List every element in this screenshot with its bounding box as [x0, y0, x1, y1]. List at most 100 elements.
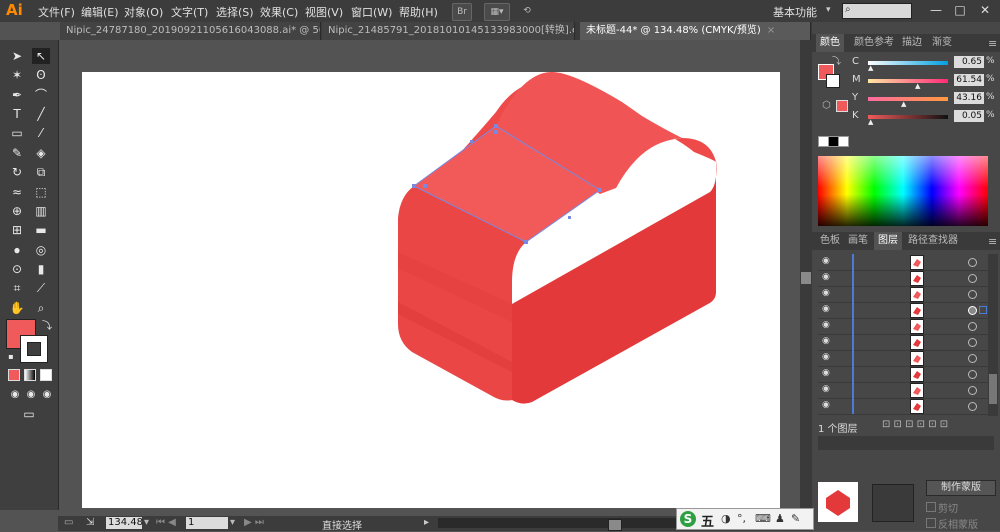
lasso-tool-icon[interactable]: ʘ: [32, 67, 50, 83]
bridge-icon[interactable]: Br: [452, 3, 472, 21]
mask-thumbnail[interactable]: [818, 482, 858, 522]
target-circle-icon[interactable]: [968, 386, 977, 395]
screen-mode-icon[interactable]: ▭: [18, 406, 40, 422]
zoom-dropdown-icon[interactable]: ▾: [144, 517, 149, 528]
visibility-eye-icon[interactable]: ◉: [822, 337, 831, 346]
gpu-performance-icon[interactable]: ⟲: [518, 3, 536, 19]
close-window-button[interactable]: ✕: [975, 2, 995, 18]
selection-tool-icon[interactable]: ➤: [8, 48, 26, 64]
line-tool-icon[interactable]: ╱: [32, 106, 50, 122]
menu-effect[interactable]: 效果(C): [260, 4, 298, 20]
type-tool-icon[interactable]: T: [8, 106, 26, 122]
scale-tool-icon[interactable]: ⧉: [32, 164, 50, 180]
slider-track[interactable]: [868, 97, 948, 101]
next-artboard-icon[interactable]: ▶ ⏭: [244, 517, 264, 528]
layer-row[interactable]: ◉: [818, 382, 988, 399]
slider-value[interactable]: 43.16: [954, 92, 984, 104]
pen-tool-icon[interactable]: ✒: [8, 87, 26, 103]
slider-track[interactable]: [868, 61, 948, 65]
menu-help[interactable]: 帮助(H): [399, 4, 438, 20]
target-circle-icon[interactable]: [968, 306, 977, 315]
anchor-point[interactable]: [423, 184, 427, 188]
magic-wand-tool-icon[interactable]: ✶: [8, 67, 26, 83]
anchor-point[interactable]: [494, 130, 498, 134]
target-circle-icon[interactable]: [968, 370, 977, 379]
ime-keyboard-icon[interactable]: ⌨: [755, 512, 771, 525]
export-icon[interactable]: ⇲: [86, 517, 94, 528]
direct-selection-tool-icon[interactable]: ↖: [32, 48, 50, 64]
close-tab-icon[interactable]: ×: [767, 25, 775, 36]
slider-handle-icon[interactable]: ▲: [868, 118, 873, 126]
slice-tool-icon[interactable]: ⟋: [32, 280, 50, 296]
visibility-eye-icon[interactable]: ◉: [822, 353, 831, 362]
anchor-point[interactable]: [412, 184, 416, 188]
curvature-tool-icon[interactable]: ⌒: [32, 87, 50, 103]
slider-magenta[interactable]: M ▲ 61.54 %: [852, 74, 998, 90]
layer-row[interactable]: ◉: [818, 334, 988, 351]
help-search-input[interactable]: ⌕: [842, 3, 912, 19]
slider-yellow[interactable]: Y ▲ 43.16 %: [852, 92, 998, 108]
slider-handle-icon[interactable]: ▲: [868, 64, 873, 72]
status-menu-icon[interactable]: ▸: [424, 517, 429, 528]
scroll-thumb[interactable]: [989, 374, 997, 404]
visibility-eye-icon[interactable]: ◉: [822, 369, 831, 378]
anchor-point[interactable]: [598, 188, 602, 192]
layers-footer-icons[interactable]: ⊡ ⊡ ⊡ ⊡ ⊡ ⊡: [882, 419, 948, 430]
eyedropper-tool-icon[interactable]: ⦁: [8, 242, 26, 258]
tab-document-active[interactable]: 未标题-44* @ 134.48% (CMYK/预览) ×: [580, 22, 811, 40]
tab-document-1[interactable]: Nipic_24787180_20190921105616043088.ai* …: [60, 22, 321, 40]
slider-value[interactable]: 0.65: [954, 56, 984, 68]
visibility-eye-icon[interactable]: ◉: [822, 321, 831, 330]
hand-tool-icon[interactable]: ✋: [8, 300, 26, 316]
slider-cyan[interactable]: C ▲ 0.65 %: [852, 56, 998, 72]
menu-object[interactable]: 对象(O): [124, 4, 163, 20]
target-circle-icon[interactable]: [968, 274, 977, 283]
ime-half-width-icon[interactable]: ◑: [721, 512, 731, 525]
maximize-button[interactable]: □: [950, 2, 970, 18]
tab-document-2[interactable]: Nipic_21485791_20181010145133983000[转换].…: [322, 22, 575, 40]
symbol-sprayer-tool-icon[interactable]: ⊙: [8, 261, 26, 277]
free-transform-tool-icon[interactable]: ⬚: [32, 184, 50, 200]
menu-select[interactable]: 选择(S): [216, 4, 254, 20]
tab-color-guide[interactable]: 颜色参考: [850, 34, 898, 52]
selected-art-indicator[interactable]: [979, 306, 987, 314]
target-circle-icon[interactable]: [968, 290, 977, 299]
target-circle-icon[interactable]: [968, 322, 977, 331]
first-artboard-icon[interactable]: ⏮ ◀: [156, 517, 176, 528]
layer-row[interactable]: ◉: [818, 270, 988, 287]
target-circle-icon[interactable]: [968, 338, 977, 347]
layer-row[interactable]: ◉: [818, 254, 988, 271]
visibility-eye-icon[interactable]: ◉: [822, 289, 831, 298]
mesh-tool-icon[interactable]: ⊞: [8, 222, 26, 238]
anchor-point[interactable]: [494, 124, 498, 128]
mask-slot[interactable]: [872, 484, 914, 522]
slider-value[interactable]: 0.05: [954, 110, 984, 122]
menu-file[interactable]: 文件(F): [38, 4, 75, 20]
workspace-chevron-icon[interactable]: ▾: [826, 5, 831, 15]
tab-pathfinder[interactable]: 路径查找器: [904, 232, 962, 250]
visibility-eye-icon[interactable]: ◉: [822, 401, 831, 410]
rectangle-tool-icon[interactable]: ▭: [8, 125, 26, 141]
layer-row[interactable]: ◉: [818, 366, 988, 383]
invert-mask-checkbox-label[interactable]: 反相蒙版: [938, 516, 978, 531]
pencil-tool-icon[interactable]: ✎: [8, 145, 26, 161]
clip-checkbox-label[interactable]: 剪切: [938, 500, 958, 515]
color-mode-icon[interactable]: [8, 369, 20, 381]
tab-gradient[interactable]: 渐变: [928, 34, 956, 52]
slider-black[interactable]: K ▲ 0.05 %: [852, 110, 998, 126]
zoom-tool-icon[interactable]: ⌕: [32, 300, 50, 316]
draw-inside-icon[interactable]: ◉: [38, 387, 56, 403]
eraser-tool-icon[interactable]: ◈: [32, 145, 50, 161]
visibility-eye-icon[interactable]: ◉: [822, 305, 831, 314]
target-circle-icon[interactable]: [968, 402, 977, 411]
ime-punctuation-icon[interactable]: °,: [737, 512, 746, 525]
panel-stroke-swatch[interactable]: [826, 74, 840, 88]
tab-brushes[interactable]: 画笔: [844, 232, 872, 250]
shape-builder-tool-icon[interactable]: ⊕: [8, 203, 26, 219]
ime-skin-icon[interactable]: ♟: [775, 512, 785, 525]
column-graph-tool-icon[interactable]: ▮: [32, 261, 50, 277]
menu-edit[interactable]: 编辑(E): [81, 4, 119, 20]
panel-menu-icon[interactable]: ≡: [988, 37, 997, 50]
artboard-dropdown-icon[interactable]: ▾: [230, 517, 235, 528]
slider-handle-icon[interactable]: ▲: [901, 100, 906, 108]
